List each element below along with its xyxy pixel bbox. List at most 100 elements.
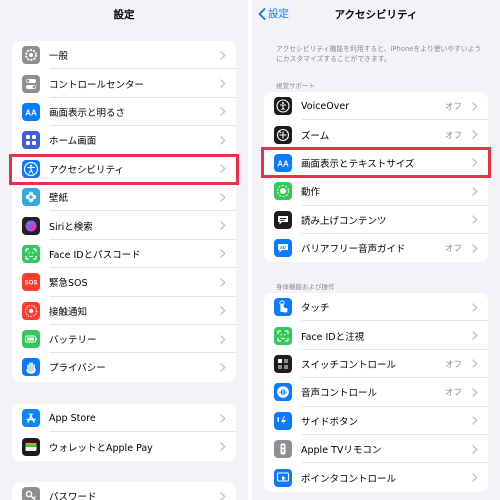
face-id-icon — [274, 326, 292, 345]
accessibility-row-vision-1[interactable]: ズーム オフ — [264, 120, 488, 150]
settings-navbar: 設定 — [0, 0, 248, 30]
settings-row-10[interactable]: バッテリー — [12, 325, 236, 354]
settings-row-passwords-0[interactable]: パスワード — [12, 482, 236, 500]
touch-icon — [274, 298, 292, 317]
row-label: タッチ — [301, 303, 330, 315]
row-chevron — [468, 444, 482, 454]
row-value: オフ — [444, 359, 462, 370]
chevron-right-icon — [220, 192, 226, 202]
row-chevron — [216, 306, 230, 315]
accessibility-row-physical-4[interactable]: サイドボタン — [264, 407, 488, 436]
home-grid-icon — [22, 131, 40, 150]
face-id-icon — [22, 244, 40, 263]
settings-row-store-0[interactable]: App Store — [12, 404, 236, 433]
row-label: ウォレットとApple Pay — [49, 442, 153, 454]
row-value: オフ — [444, 244, 462, 255]
row-label: バッテリー — [49, 335, 97, 347]
toggles-icon — [22, 74, 40, 93]
aa-icon: AA — [22, 102, 40, 121]
row-chevron — [216, 363, 230, 372]
settings-row-7[interactable]: Face IDとパスコード — [12, 240, 236, 269]
chevron-right-icon — [472, 444, 478, 454]
hand-icon — [22, 358, 40, 377]
highlight-box — [9, 154, 239, 185]
row-label: ホーム画面 — [49, 136, 97, 148]
row-chevron — [216, 249, 230, 259]
row-chevron — [216, 221, 230, 230]
settings-row-9[interactable]: 接触通知 — [12, 297, 236, 326]
row-value: オフ — [444, 102, 462, 113]
sos-icon: SOS — [22, 273, 40, 292]
switch-control-icon — [274, 354, 292, 373]
row-chevron — [216, 107, 230, 117]
row-label: Face IDとパスコード — [49, 249, 141, 261]
accessibility-row-physical-3[interactable]: 音声コントロール オフ — [264, 378, 488, 407]
row-chevron — [468, 101, 482, 111]
accessibility-row-physical-0[interactable]: タッチ — [264, 293, 488, 322]
zoom-icon — [274, 125, 292, 144]
row-value: オフ — [444, 388, 462, 399]
chevron-right-icon — [472, 388, 478, 397]
settings-row-5[interactable]: 壁紙 — [12, 183, 236, 212]
svg-text:AD: AD — [280, 245, 286, 250]
row-label: Face IDと注視 — [301, 331, 365, 343]
row-chevron — [468, 331, 482, 340]
svg-text:AA: AA — [25, 108, 37, 117]
row-label: 読み上げコンテンツ — [301, 215, 387, 227]
settings-group-store: App Store ウォレットとApple Pay — [12, 404, 236, 461]
svg-text:SOS: SOS — [25, 281, 38, 287]
row-chevron — [216, 442, 230, 451]
highlight-box — [261, 147, 491, 178]
accessibility-row-vision-4[interactable]: 読み上げコンテンツ — [264, 206, 488, 235]
settings-panel: 設定 一般 コントロールセンター AA 画面表示と明るさ ホーム画面 アクセシビリティ 壁紙… — [0, 0, 248, 500]
speech-icon — [274, 210, 292, 229]
accessibility-row-physical-5[interactable]: Apple TVリモコン — [264, 435, 488, 464]
row-chevron — [468, 359, 482, 369]
battery-icon — [22, 330, 40, 349]
row-chevron — [216, 491, 230, 500]
row-chevron — [216, 334, 230, 344]
row-chevron — [468, 215, 482, 224]
settings-row-3[interactable]: ホーム画面 — [12, 126, 236, 155]
key-icon — [22, 487, 40, 500]
accessibility-row-physical-2[interactable]: スイッチコントロール オフ — [264, 350, 488, 379]
row-label: スイッチコントロール — [301, 359, 397, 371]
side-button-icon — [274, 411, 292, 430]
row-value: オフ — [444, 130, 462, 141]
chevron-right-icon — [472, 187, 478, 196]
accessibility-row-vision-0[interactable]: VoiceOver オフ — [264, 92, 488, 121]
settings-row-8[interactable]: SOS 緊急SOS — [12, 268, 236, 297]
accessibility-row-physical-1[interactable]: Face IDと注視 — [264, 321, 488, 351]
row-label: ポインタコントロール — [301, 473, 397, 485]
siri-icon — [22, 216, 40, 235]
accessibility-row-vision-3[interactable]: 動作 — [264, 177, 488, 206]
exposure-icon — [22, 301, 40, 320]
chevron-right-icon — [220, 491, 226, 500]
gear-icon — [22, 46, 40, 65]
chevron-right-icon — [220, 363, 226, 372]
chevron-right-icon — [472, 302, 478, 312]
settings-row-6[interactable]: Siriと検索 — [12, 211, 236, 241]
chevron-right-icon — [220, 136, 226, 145]
row-label: 音声コントロール — [301, 388, 378, 400]
chevron-right-icon — [220, 79, 226, 88]
accessibility-row-vision-5[interactable]: AD バリアフリー音声ガイド オフ — [264, 234, 488, 262]
row-label: App Store — [49, 412, 96, 424]
row-label: バリアフリー音声ガイド — [301, 244, 406, 256]
settings-row-store-1[interactable]: ウォレットとApple Pay — [12, 432, 236, 460]
accessibility-row-physical-6[interactable]: ポインタコントロール — [264, 463, 488, 491]
settings-row-11[interactable]: プライバシー — [12, 353, 236, 381]
row-label: 接触通知 — [49, 306, 88, 318]
settings-row-1[interactable]: コントロールセンター — [12, 69, 236, 99]
chevron-right-icon — [472, 215, 478, 224]
chevron-right-icon — [472, 101, 478, 111]
settings-row-0[interactable]: 一般 — [12, 41, 236, 70]
row-label: VoiceOver — [301, 100, 350, 112]
row-chevron — [468, 130, 482, 139]
row-chevron — [216, 136, 230, 145]
chevron-right-icon — [472, 243, 478, 253]
row-chevron — [216, 413, 230, 423]
settings-row-2[interactable]: AA 画面表示と明るさ — [12, 98, 236, 127]
section-header-vision: 視覚サポート — [276, 82, 315, 90]
row-chevron — [468, 416, 482, 425]
